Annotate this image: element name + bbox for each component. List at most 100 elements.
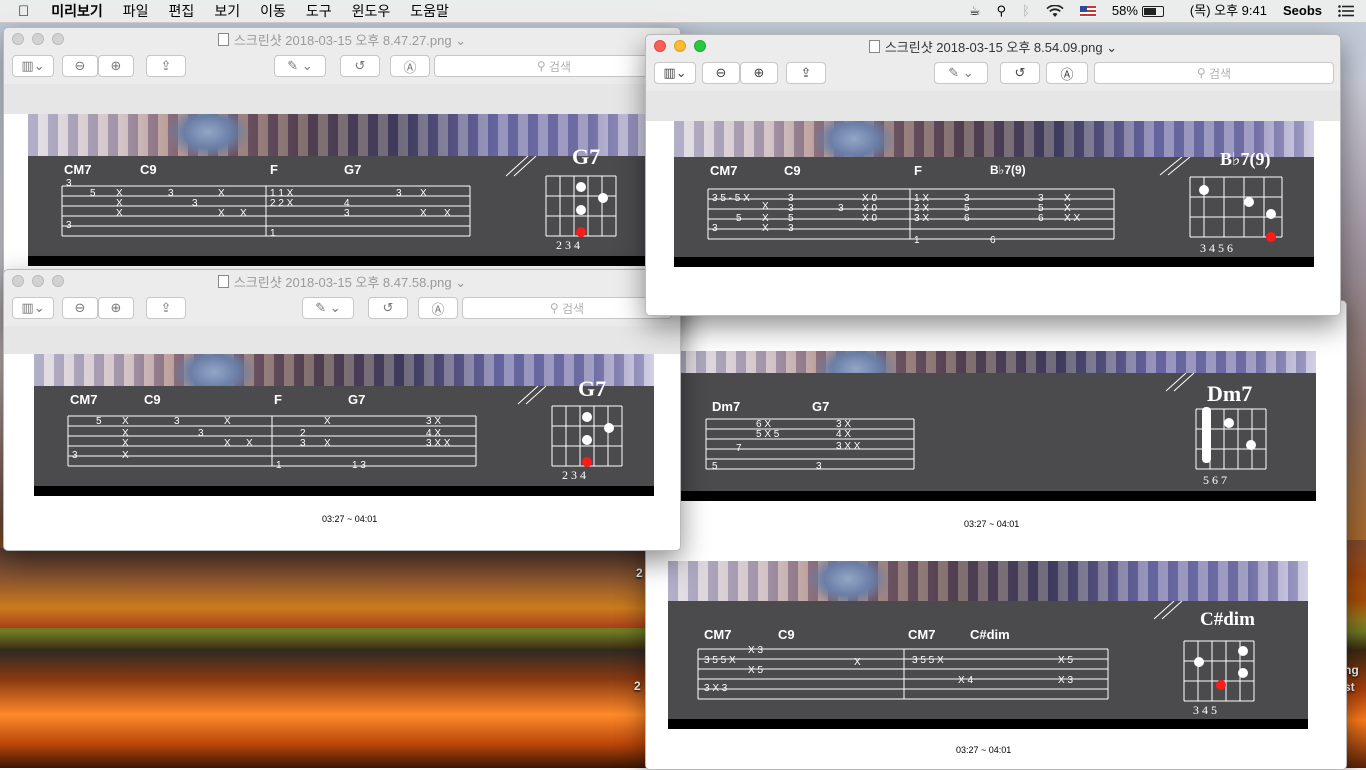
- markup-pen-button[interactable]: ✎ ⌄: [274, 55, 326, 77]
- search-field[interactable]: ⚲ 검색: [1094, 62, 1334, 84]
- markup-toolbar-button[interactable]: Ⓐ: [390, 55, 430, 77]
- menu-edit[interactable]: 편집: [159, 0, 205, 22]
- chord-label: C9: [144, 392, 161, 407]
- menu-view[interactable]: 보기: [204, 0, 250, 22]
- window-title: 스크린샷 2018-03-15 오후 8.47.27.png: [233, 32, 452, 48]
- toolbar: ▥⌄ ⊖ ⊕ ⇪ ✎ ⌄ ↺ Ⓐ ⚲ 검색: [4, 292, 680, 326]
- window-title-wrap: 스크린샷 2018-03-15 오후 8.47.58.png ⌄: [217, 272, 466, 291]
- sidebar-toggle-button[interactable]: ▥⌄: [12, 297, 54, 319]
- clock[interactable]: (목) 오후 9:41: [1172, 0, 1275, 22]
- close-button[interactable]: [12, 275, 24, 287]
- preview-window-2[interactable]: 스크린샷 2018-03-15 오후 8.47.58.png ⌄ ▥⌄ ⊖ ⊕ …: [3, 269, 681, 551]
- spotlight-search-icon[interactable]: ⚲: [989, 0, 1015, 22]
- zoom-out-button[interactable]: ⊖: [62, 297, 98, 319]
- svg-text:X: X: [218, 188, 225, 199]
- svg-text:X: X: [854, 657, 861, 668]
- svg-text:3: 3: [192, 198, 198, 209]
- fret-numbers: 3 4 5 6: [1200, 241, 1233, 255]
- chord-label: F: [274, 392, 282, 407]
- preview-window-active[interactable]: 스크린샷 2018-03-15 오후 8.54.09.png ⌄ ▥⌄ ⊖ ⊕ …: [645, 34, 1341, 316]
- close-button[interactable]: [12, 33, 24, 45]
- svg-text:3: 3: [396, 188, 402, 199]
- battery-status[interactable]: 58%: [1104, 0, 1172, 22]
- zoom-button[interactable]: [694, 40, 706, 52]
- timecode: 03:27 ~ 04:01: [322, 514, 378, 524]
- search-icon: ⚲: [549, 301, 563, 315]
- apple-menu-icon[interactable]: : [0, 3, 41, 20]
- sidebar-toggle-button[interactable]: ▥⌄: [12, 55, 54, 77]
- svg-text:3 5 5 X: 3 5 5 X: [912, 655, 944, 666]
- menu-app-name[interactable]: 미리보기: [41, 0, 113, 22]
- menu-file[interactable]: 파일: [113, 0, 159, 22]
- svg-text:3: 3: [838, 203, 844, 214]
- fret-numbers: 3 4 5: [1193, 703, 1217, 717]
- notification-center-icon[interactable]: [1330, 5, 1366, 17]
- close-button[interactable]: [654, 40, 666, 52]
- timecode: 03:27 ~ 04:01: [956, 745, 1012, 755]
- search-icon: ⚲: [536, 59, 550, 73]
- minimize-button[interactable]: [674, 40, 686, 52]
- chord-label: CM7: [704, 627, 732, 642]
- svg-text:3: 3: [198, 428, 204, 439]
- svg-text:3: 3: [72, 450, 78, 461]
- bluetooth-icon[interactable]: ᛒ: [1014, 0, 1038, 22]
- zoom-button[interactable]: [52, 275, 64, 287]
- markup-pen-button[interactable]: ✎ ⌄: [302, 297, 354, 319]
- rotate-button[interactable]: ↺: [1000, 62, 1040, 84]
- svg-text:3 X: 3 X: [914, 213, 929, 224]
- markup-pen-button[interactable]: ✎ ⌄: [934, 62, 988, 84]
- svg-text:3: 3: [344, 208, 350, 219]
- menu-tools[interactable]: 도구: [296, 0, 342, 22]
- markup-toolbar-button[interactable]: Ⓐ: [418, 297, 458, 319]
- battery-percent: 58%: [1111, 3, 1138, 18]
- status-area: ☕ ⚲ ᛒ 58% (목) 오후 9:41 Seobs: [961, 0, 1366, 22]
- document-icon: [868, 39, 880, 53]
- rotate-button[interactable]: ↺: [368, 297, 408, 319]
- wallpaper-hills: [0, 548, 650, 628]
- wifi-icon[interactable]: [1038, 4, 1072, 18]
- svg-text:3: 3: [66, 220, 72, 231]
- svg-text:3 X: 3 X: [426, 416, 441, 427]
- svg-text:X: X: [420, 188, 427, 199]
- wallpaper-lake: [0, 650, 650, 768]
- share-button[interactable]: ⇪: [146, 297, 186, 319]
- markup-toolbar-button[interactable]: Ⓐ: [1046, 62, 1088, 84]
- share-button[interactable]: ⇪: [146, 55, 186, 77]
- chord-diagram-title: C#dim: [1200, 609, 1255, 630]
- teacup-icon[interactable]: ☕: [961, 0, 989, 22]
- tab-panel: 6 X5 X 573 X4 X3 X X35 Dm7 G7 Dm7 5 6 7: [676, 373, 1316, 501]
- share-button[interactable]: ⇪: [786, 62, 826, 84]
- preview-window-back-right[interactable]: 6 X5 X 573 X4 X3 X X35 Dm7 G7 Dm7 5 6 7 …: [645, 300, 1347, 770]
- minimize-button[interactable]: [32, 275, 44, 287]
- zoom-in-button[interactable]: ⊕: [98, 297, 134, 319]
- search-field[interactable]: ⚲ 검색: [462, 297, 672, 319]
- window-titlebar[interactable]: 스크린샷 2018-03-15 오후 8.47.27.png ⌄: [4, 28, 680, 50]
- menu-window[interactable]: 윈도우: [342, 0, 401, 22]
- minimize-button[interactable]: [32, 33, 44, 45]
- svg-text:3: 3: [168, 188, 174, 199]
- svg-text:3: 3: [66, 178, 72, 189]
- input-source-flag-icon[interactable]: [1072, 5, 1104, 17]
- menu-bar:  미리보기 파일 편집 보기 이동 도구 윈도우 도움말 ☕ ⚲ ᛒ 58% …: [0, 0, 1366, 23]
- menu-help[interactable]: 도움말: [400, 0, 459, 22]
- user-name[interactable]: Seobs: [1275, 0, 1330, 22]
- rotate-button[interactable]: ↺: [340, 55, 380, 77]
- svg-text:X 5: X 5: [1058, 655, 1073, 666]
- zoom-in-button[interactable]: ⊕: [740, 62, 778, 84]
- toolbar: ▥⌄ ⊖ ⊕ ⇪ ✎ ⌄ ↺ Ⓐ ⚲ 검색: [646, 57, 1340, 91]
- chord-label: CM7: [70, 392, 98, 407]
- svg-text:X: X: [218, 208, 225, 219]
- zoom-out-button[interactable]: ⊖: [62, 55, 98, 77]
- search-field[interactable]: ⚲ 검색: [434, 55, 674, 77]
- zoom-out-button[interactable]: ⊖: [702, 62, 740, 84]
- window-titlebar[interactable]: 스크린샷 2018-03-15 오후 8.54.09.png ⌄: [646, 35, 1340, 57]
- svg-text:1: 1: [914, 235, 920, 246]
- zoom-button[interactable]: [52, 33, 64, 45]
- zoom-in-button[interactable]: ⊕: [98, 55, 134, 77]
- sidebar-toggle-button[interactable]: ▥⌄: [654, 62, 696, 84]
- window-titlebar[interactable]: 스크린샷 2018-03-15 오후 8.47.58.png ⌄: [4, 270, 680, 292]
- fret-numbers: 2 3 4: [556, 238, 580, 252]
- tab-panel: 3 5 5 XX 3X 53 X 3X3 5 5 XX 4X 5X 3 CM7 …: [668, 601, 1308, 729]
- svg-text:3 X X: 3 X X: [426, 438, 451, 449]
- menu-go[interactable]: 이동: [250, 0, 296, 22]
